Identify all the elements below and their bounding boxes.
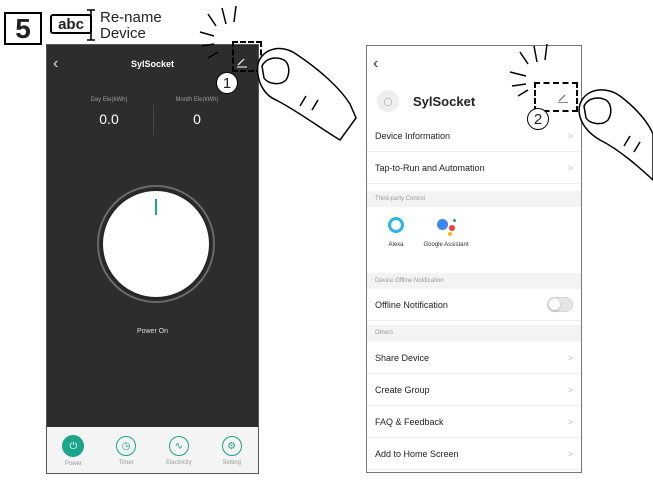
callout-number-1: 1 <box>216 72 238 94</box>
hand-pointer-icon <box>578 89 653 182</box>
callout-number-2: 2 <box>527 108 549 130</box>
illustration-overlay <box>199 5 653 182</box>
burst-lines-2 <box>509 43 548 97</box>
hand-pointer-icon <box>256 47 357 141</box>
burst-lines-1 <box>199 5 237 59</box>
